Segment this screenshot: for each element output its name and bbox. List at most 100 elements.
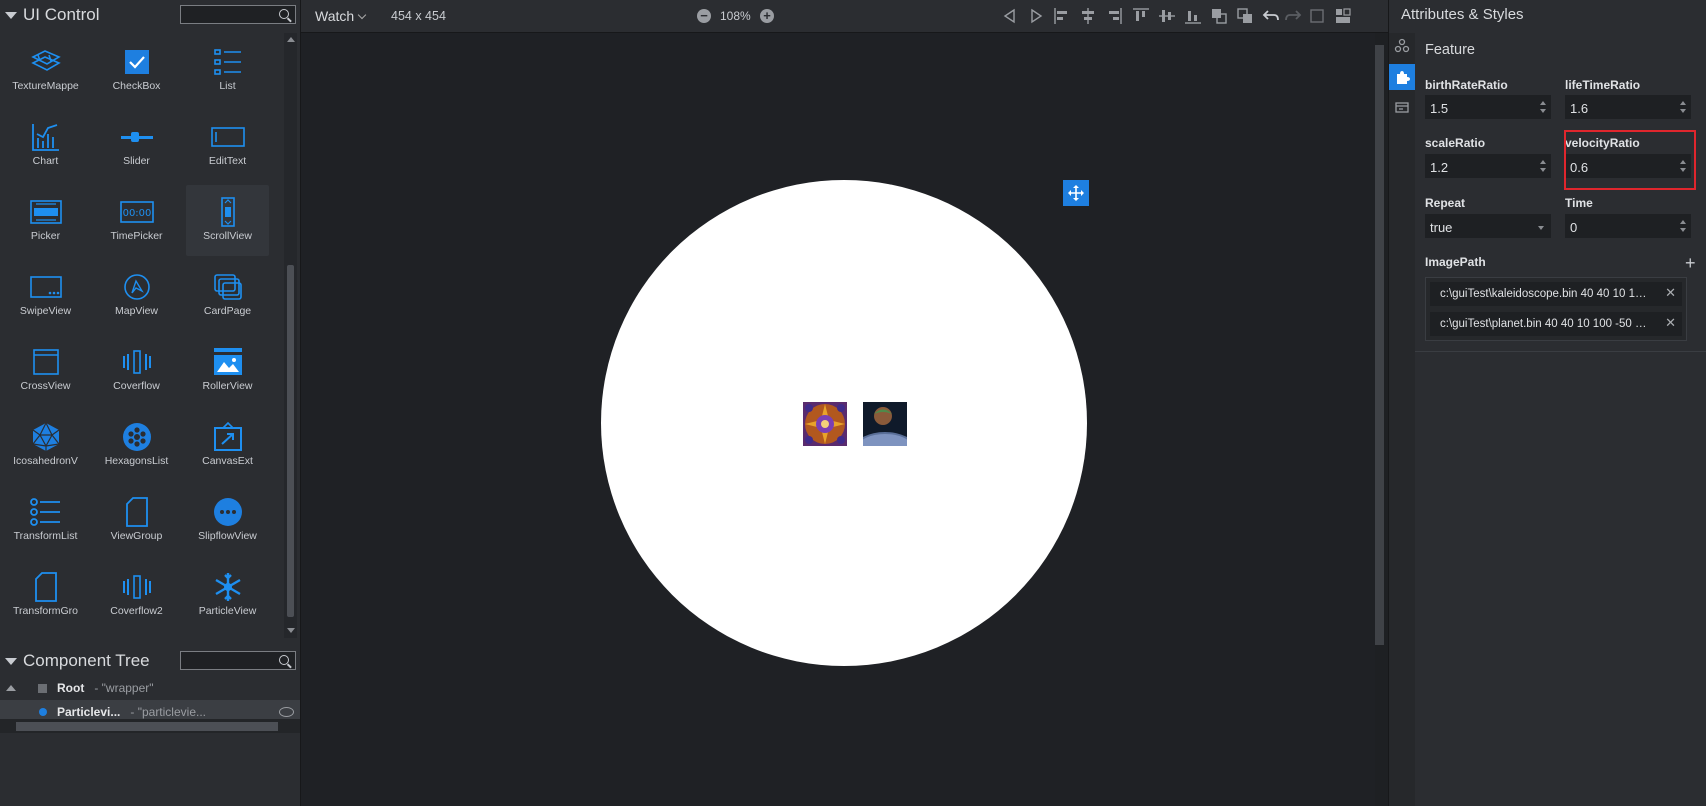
velocity-ratio-input[interactable]: 0.6 [1565,154,1691,178]
scale-ratio-input[interactable]: 1.2 [1425,154,1551,178]
align-top-icon[interactable] [1132,7,1150,25]
ui-control-header[interactable]: UI Control [0,0,300,30]
control-cross-view[interactable]: CrossView [0,333,91,408]
control-label: IcosahedronV [13,455,78,467]
tree-search-field[interactable] [181,652,275,671]
image-path-item[interactable]: c:\guiTest\kaleidoscope.bin 40 40 10 100… [1430,282,1682,306]
control-label: ScrollView [203,230,252,242]
control-transform-group[interactable]: TransformGro [0,558,91,633]
control-slipflow-view[interactable]: SlipflowView [182,483,273,558]
watch-screen[interactable] [601,180,1087,666]
tab-styles[interactable] [1389,95,1415,121]
spinner-arrows-icon[interactable] [1680,220,1687,232]
zoom-out-button[interactable]: − [697,9,711,23]
control-time-picker[interactable]: 00:00 TimePicker [91,183,182,258]
control-scroll-view[interactable]: ScrollView [186,185,269,256]
tab-properties[interactable] [1389,33,1415,59]
control-label: CrossView [20,380,71,392]
control-coverflow2[interactable]: Coverflow2 [91,558,182,633]
time-input[interactable]: 0 [1565,214,1691,238]
image-path-item[interactable]: c:\guiTest\planet.bin 40 40 10 100 -50 1… [1430,312,1682,336]
repeat-select[interactable]: true [1425,214,1551,238]
redo-icon[interactable] [1284,7,1302,25]
bring-forward-icon[interactable] [1210,7,1228,25]
undo-icon[interactable] [1262,7,1280,25]
control-icosahedron-view[interactable]: IcosahedronV [0,408,91,483]
tree-search-input[interactable] [180,651,296,671]
align-center-icon[interactable] [1079,7,1097,25]
control-roller-view[interactable]: RollerView [182,333,273,408]
control-edit-text[interactable]: EditText [182,108,273,183]
control-card-page[interactable]: CardPage [182,258,273,333]
close-icon[interactable]: ✕ [1665,285,1676,301]
control-chart[interactable]: Chart [0,108,91,183]
scroll-down-arrow-icon[interactable] [287,628,295,633]
tree-scroll-thumb[interactable] [16,722,278,731]
align-right-icon[interactable] [1105,7,1123,25]
next-icon[interactable] [1027,7,1045,25]
component-tree-header[interactable]: Component Tree [0,646,300,676]
time-label: Time [1565,196,1593,210]
search-icon[interactable] [279,655,289,665]
control-checkbox[interactable]: CheckBox [91,33,182,108]
scroll-up-arrow-icon[interactable] [287,37,295,42]
tree-horizontal-scrollbar[interactable] [0,719,300,733]
control-view-group[interactable]: ViewGroup [91,483,182,558]
control-label: List [219,80,236,92]
add-image-path-button[interactable]: + [1685,253,1696,274]
control-label: TransformGro [13,605,78,617]
spinner-arrows-icon[interactable] [1680,160,1687,172]
control-coverflow[interactable]: Coverflow [91,333,182,408]
control-search-field[interactable] [181,6,275,25]
control-label: CheckBox [112,80,161,92]
zoom-in-button[interactable]: + [760,9,774,23]
collapse-caret-icon[interactable] [5,657,17,665]
zoom-level: 108% [720,9,751,23]
align-left-icon[interactable] [1053,7,1071,25]
frame-icon[interactable] [1308,7,1326,25]
feature-section-title: Feature [1425,42,1475,58]
spinner-arrows-icon[interactable] [1540,160,1547,172]
control-label: CardPage [203,305,252,317]
move-arrows-icon [1068,185,1084,201]
spinner-arrows-icon[interactable] [1540,101,1547,113]
palette-scrollbar[interactable] [284,33,297,638]
control-search-input[interactable] [180,5,296,25]
search-icon[interactable] [279,9,289,19]
device-select[interactable]: Watch [315,8,367,24]
attributes-panel: Attributes & Styles Feature birthRateRat… [1388,0,1706,806]
control-hexagons-list[interactable]: HexagonsList [91,408,182,483]
canvas-scrollbar[interactable] [1372,33,1384,806]
control-slider[interactable]: Slider [91,108,182,183]
control-label: TransformList [13,530,78,542]
design-canvas[interactable] [301,33,1384,806]
control-texture-mapper[interactable]: TextureMappe [0,33,91,108]
spinner-arrows-icon[interactable] [1680,101,1687,113]
control-map-view[interactable]: MapView [91,258,182,333]
palette-scroll-thumb[interactable] [287,265,294,617]
align-bottom-icon[interactable] [1184,7,1202,25]
control-particle-view[interactable]: ParticleView [182,558,273,633]
tab-feature[interactable] [1389,64,1415,90]
kaleidoscope-image[interactable] [803,402,847,446]
align-middle-icon[interactable] [1158,7,1176,25]
birth-rate-ratio-input[interactable]: 1.5 [1425,95,1551,119]
control-swipe-view[interactable]: SwipeView [0,258,91,333]
visibility-eye-icon[interactable] [279,707,294,717]
planet-image[interactable] [855,402,915,464]
control-list[interactable]: List [182,33,273,108]
collapse-caret-icon[interactable] [5,11,17,19]
close-icon[interactable]: ✕ [1665,315,1676,331]
control-transform-list[interactable]: TransformList [0,483,91,558]
send-backward-icon[interactable] [1236,7,1254,25]
control-picker[interactable]: Picker [0,183,91,258]
previous-icon[interactable] [1001,7,1019,25]
layout-icon[interactable] [1334,7,1352,25]
expand-caret-icon[interactable] [6,685,16,691]
canvas-scroll-thumb[interactable] [1375,45,1384,645]
tree-node-root[interactable]: Root - "wrapper" [0,676,300,700]
field-value: 0 [1570,220,1578,235]
life-time-ratio-input[interactable]: 1.6 [1565,95,1691,119]
control-canvas-ext[interactable]: CanvasExt [182,408,273,483]
move-handle[interactable] [1063,180,1089,206]
